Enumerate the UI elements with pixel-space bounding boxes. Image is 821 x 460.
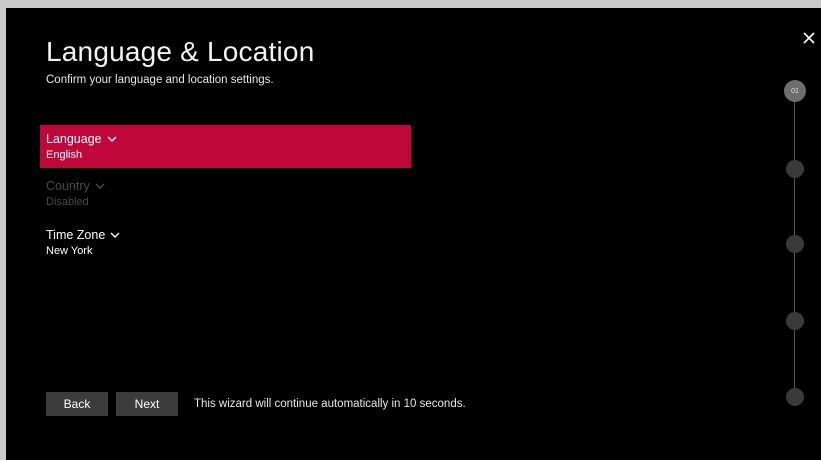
country-label: Country [46,179,90,193]
next-button[interactable]: Next [116,392,178,416]
time-zone-value: New York [46,245,93,257]
page-subtitle: Confirm your language and location setti… [46,74,274,86]
step-indicator [786,388,804,406]
page-title: Language & Location [46,36,315,67]
time-zone-setting[interactable]: Time Zone New York [40,221,411,264]
close-icon [803,32,815,44]
auto-continue-notice: This wizard will continue automatically … [194,398,466,410]
chevron-down-icon [95,183,105,190]
step-indicator-current: 01 [784,80,806,102]
language-value: English [46,149,83,161]
language-label-row: Language [46,132,405,147]
time-zone-label: Time Zone [46,228,106,242]
time-zone-label-row: Time Zone [46,228,405,243]
chevron-down-icon [107,136,117,143]
step-indicator [786,160,804,178]
close-button[interactable] [801,30,817,46]
language-setting[interactable]: Language English [40,125,411,168]
wizard-stepper: 01 [782,80,808,410]
step-indicator [786,235,804,253]
chevron-down-icon [110,232,120,239]
step-indicator [786,312,804,330]
country-label-row: Country [46,179,405,194]
language-label: Language [46,132,102,146]
back-button[interactable]: Back [46,392,108,416]
country-value: Disabled [46,196,89,208]
country-setting: Country Disabled [40,172,411,215]
setup-wizard-screen: Language & Location Confirm your languag… [6,8,821,460]
